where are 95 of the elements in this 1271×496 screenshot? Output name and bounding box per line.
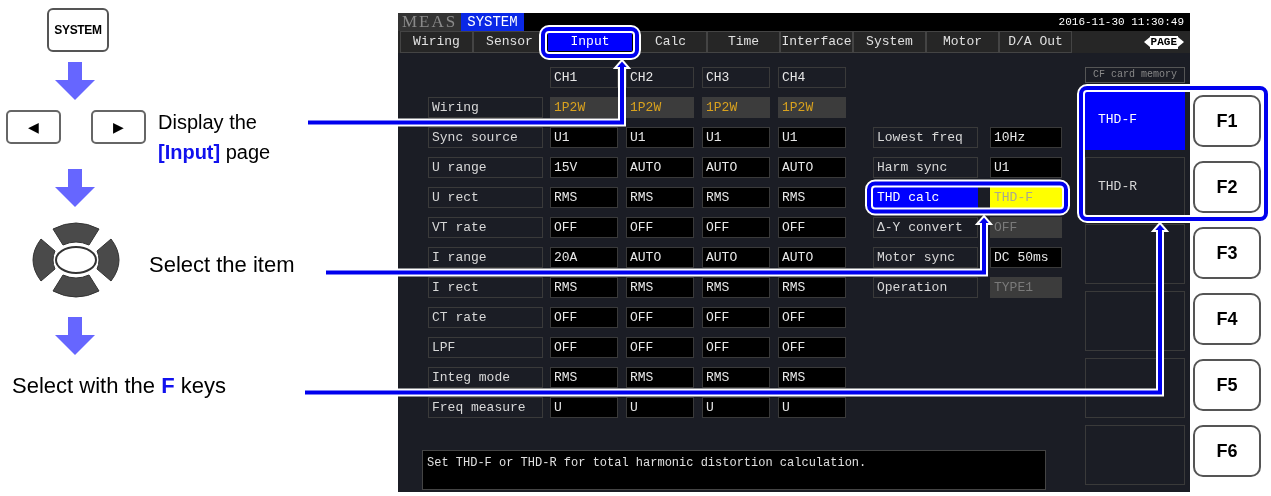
setting-label[interactable]: Harm sync <box>873 157 978 178</box>
menu-option[interactable]: THD-F <box>1085 90 1185 150</box>
value-cell[interactable]: 1P2W <box>702 97 770 118</box>
setting-label[interactable]: Lowest freq <box>873 127 978 148</box>
value-cell[interactable]: 20A <box>550 247 618 268</box>
value-cell[interactable]: U1 <box>778 127 846 148</box>
value-cell[interactable]: RMS <box>550 277 618 298</box>
value-cell[interactable]: OFF <box>626 307 694 328</box>
value-cell[interactable]: 15V <box>550 157 618 178</box>
row-label: Wiring <box>428 97 543 118</box>
page-tab[interactable]: System <box>853 31 926 53</box>
row-label: CT rate <box>428 307 543 328</box>
down-arrow-icon <box>55 62 95 100</box>
page-indicator[interactable]: PAGE <box>1143 31 1184 53</box>
row-label: I range <box>428 247 543 268</box>
menu-option[interactable]: THD-R <box>1085 157 1185 217</box>
channel-header: CH2 <box>626 67 694 88</box>
value-cell[interactable]: OFF <box>550 217 618 238</box>
value-cell[interactable]: RMS <box>702 187 770 208</box>
function-key[interactable]: F5 <box>1193 359 1261 411</box>
value-cell[interactable]: RMS <box>550 367 618 388</box>
row-label: Freq measure <box>428 397 543 418</box>
left-key[interactable]: ◀ <box>6 110 61 144</box>
function-key[interactable]: F1 <box>1193 95 1261 147</box>
value-cell[interactable]: DC 50ms <box>990 247 1062 268</box>
value-cell[interactable]: U <box>550 397 618 418</box>
value-cell[interactable]: RMS <box>626 277 694 298</box>
system-key[interactable]: SYSTEM <box>47 8 109 52</box>
value-cell[interactable]: OFF <box>702 307 770 328</box>
value-cell[interactable]: AUTO <box>778 157 846 178</box>
down-arrow-icon <box>55 317 95 355</box>
value-cell[interactable]: U1 <box>702 127 770 148</box>
setting-label[interactable]: THD calc <box>873 187 978 208</box>
value-cell[interactable]: OFF <box>778 307 846 328</box>
channel-header: CH4 <box>778 67 846 88</box>
page-tab[interactable]: Interface <box>780 31 853 53</box>
row-label: I rect <box>428 277 543 298</box>
row-label: LPF <box>428 337 543 358</box>
row-label: VT rate <box>428 217 543 238</box>
page-tab[interactable]: Motor <box>926 31 999 53</box>
right-key[interactable]: ▶ <box>91 110 146 144</box>
value-cell[interactable]: OFF <box>550 307 618 328</box>
date-time: 2016-11-30 11:30:49 <box>1058 15 1185 30</box>
function-key[interactable]: F2 <box>1193 161 1261 213</box>
page-tab[interactable]: Time <box>707 31 780 53</box>
value-cell[interactable]: RMS <box>626 187 694 208</box>
mode-tab[interactable]: MEAS <box>398 13 462 31</box>
help-message: Set THD-F or THD-R for total harmonic distortion calculation. <box>422 450 1046 490</box>
setting-label[interactable]: Motor sync <box>873 247 978 268</box>
page-tab[interactable]: D/A Out <box>999 31 1072 53</box>
value-cell[interactable]: AUTO <box>626 157 694 178</box>
row-label: Integ mode <box>428 367 543 388</box>
row-label: Sync source <box>428 127 543 148</box>
value-cell[interactable]: AUTO <box>626 247 694 268</box>
value-cell[interactable]: AUTO <box>702 247 770 268</box>
value-cell[interactable]: RMS <box>702 277 770 298</box>
value-cell[interactable]: OFF <box>702 217 770 238</box>
value-cell[interactable]: RMS <box>550 187 618 208</box>
step-text: Select the item <box>149 251 295 279</box>
step-text: Select with the F keys <box>12 372 227 400</box>
down-arrow-icon <box>55 169 95 207</box>
value-cell[interactable]: OFF <box>626 337 694 358</box>
page-tab[interactable]: Wiring <box>400 31 473 53</box>
value-cell[interactable]: 10Hz <box>990 127 1062 148</box>
value-cell[interactable]: RMS <box>778 367 846 388</box>
function-key[interactable]: F4 <box>1193 293 1261 345</box>
value-cell[interactable]: U <box>702 397 770 418</box>
function-key[interactable]: F6 <box>1193 425 1261 477</box>
value-cell[interactable]: RMS <box>778 277 846 298</box>
value-cell[interactable]: OFF <box>702 337 770 358</box>
value-cell[interactable]: AUTO <box>702 157 770 178</box>
value-cell[interactable]: 1P2W <box>550 97 618 118</box>
row-label: U range <box>428 157 543 178</box>
value-cell[interactable]: 1P2W <box>626 97 694 118</box>
mode-tab[interactable]: SYSTEM <box>461 13 524 31</box>
value-cell[interactable]: AUTO <box>778 247 846 268</box>
value-cell[interactable]: RMS <box>702 367 770 388</box>
value-cell[interactable]: OFF <box>626 217 694 238</box>
value-cell[interactable]: OFF <box>778 217 846 238</box>
value-cell[interactable]: U1 <box>990 157 1062 178</box>
menu-title: CF card memory <box>1085 67 1185 83</box>
value-cell[interactable]: U1 <box>550 127 618 148</box>
channel-header: CH1 <box>550 67 618 88</box>
value-cell[interactable]: 1P2W <box>778 97 846 118</box>
step-text: Display the [Input] page <box>158 110 272 165</box>
row-label: U rect <box>428 187 543 208</box>
value-cell[interactable]: U <box>778 397 846 418</box>
value-cell[interactable]: U1 <box>626 127 694 148</box>
value-cell[interactable]: RMS <box>626 367 694 388</box>
value-cell[interactable]: U <box>626 397 694 418</box>
function-key[interactable]: F3 <box>1193 227 1261 279</box>
value-cell[interactable]: RMS <box>778 187 846 208</box>
channel-header: CH3 <box>702 67 770 88</box>
value-cell[interactable]: OFF <box>550 337 618 358</box>
value-cell[interactable]: OFF <box>778 337 846 358</box>
